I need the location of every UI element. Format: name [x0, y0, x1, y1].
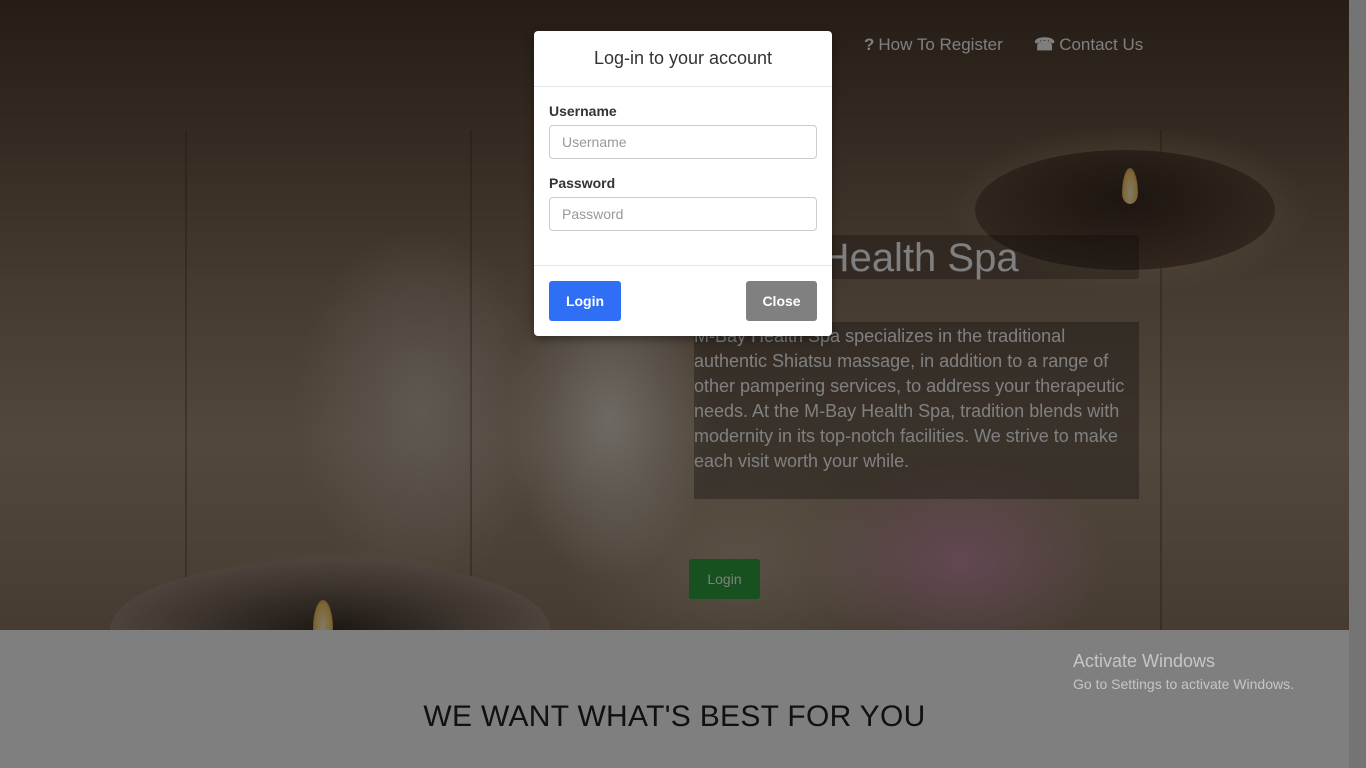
- login-modal: Log-in to your account Username Password…: [534, 31, 832, 336]
- password-input[interactable]: [549, 197, 817, 231]
- modal-close-button[interactable]: Close: [746, 281, 817, 321]
- modal-header: Log-in to your account: [534, 31, 832, 87]
- activate-windows-watermark: Activate Windows Go to Settings to activ…: [1073, 651, 1294, 692]
- username-label: Username: [549, 103, 617, 119]
- modal-login-button[interactable]: Login: [549, 281, 621, 321]
- modal-body: Username Password: [534, 87, 832, 266]
- password-label: Password: [549, 175, 616, 191]
- watermark-title: Activate Windows: [1073, 651, 1216, 671]
- watermark-subtitle: Go to Settings to activate Windows.: [1073, 676, 1294, 692]
- modal-footer: Login Close: [534, 266, 832, 336]
- username-input[interactable]: [549, 125, 817, 159]
- modal-title: Log-in to your account: [593, 48, 773, 68]
